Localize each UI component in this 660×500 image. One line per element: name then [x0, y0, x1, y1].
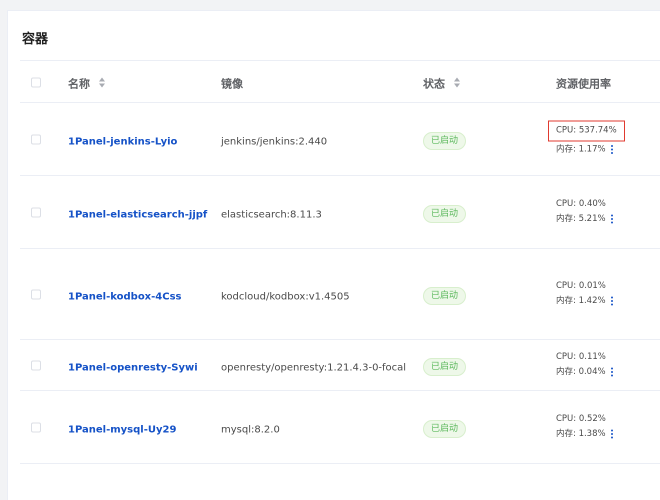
row-checkbox[interactable] [31, 418, 41, 437]
card-title: 容器 [22, 32, 49, 47]
name-header-label: 名称 [68, 77, 90, 90]
memory-usage: 内存: 5.21% [556, 214, 606, 224]
resource-column-header: 资源使用率 [556, 72, 611, 91]
more-vertical-icon[interactable] [610, 429, 614, 439]
row-checkbox[interactable] [31, 203, 41, 222]
cpu-usage: CPU: 0.40% [556, 199, 606, 209]
resource-usage: CPU: 0.11% 内存: 0.04% [556, 350, 614, 380]
container-image: openresty/openresty:1.21.4.3-0-focal [221, 362, 407, 374]
cpu-usage-highlight-box: CPU: 537.74% [548, 120, 625, 142]
container-name-link[interactable]: 1Panel-openresty-Sywi [68, 363, 198, 374]
status-badge: 已启动 [423, 287, 467, 305]
more-vertical-icon[interactable] [610, 214, 614, 224]
table-row: 1Panel-openresty-Sywi openresty/openrest… [20, 340, 660, 391]
container-image: kodcloud/kodbox:v1.4505 [221, 291, 350, 303]
memory-usage: 内存: 0.04% [556, 367, 606, 377]
cpu-usage: CPU: 0.52% [556, 414, 606, 424]
table-row: 1Panel-jenkins-Lyio jenkins/jenkins:2.44… [20, 103, 660, 176]
status-badge: 已启动 [423, 358, 467, 376]
select-all-checkbox[interactable] [31, 72, 41, 91]
row-checkbox[interactable] [31, 130, 41, 149]
cpu-usage: CPU: 0.11% [556, 352, 606, 362]
cpu-usage: CPU: 537.74% [556, 125, 617, 136]
memory-usage: 内存: 1.38% [556, 429, 606, 439]
containers-table: 名称 镜像 状态 资源使用率 1Panel-jenkins-Lyio jenki… [20, 60, 660, 464]
resource-usage: CPU: 0.40% 内存: 5.21% [556, 197, 614, 227]
container-name-link[interactable]: 1Panel-elasticsearch-jjpf [68, 210, 207, 221]
resource-usage: CPU: 0.52% 内存: 1.38% [556, 412, 614, 442]
container-image: elasticsearch:8.11.3 [221, 209, 322, 221]
container-image: mysql:8.2.0 [221, 424, 280, 436]
cpu-usage: CPU: 0.01% [556, 281, 606, 291]
table-row: 1Panel-mysql-Uy29 mysql:8.2.0 已启动 CPU: 0… [20, 391, 660, 464]
more-vertical-icon[interactable] [610, 144, 614, 154]
table-header-row: 名称 镜像 状态 资源使用率 [20, 60, 660, 103]
resource-usage: CPU: 0.01% 内存: 1.42% [556, 279, 614, 309]
more-vertical-icon[interactable] [610, 296, 614, 306]
status-header-label: 状态 [423, 77, 445, 90]
container-name-link[interactable]: 1Panel-kodbox-4Css [68, 292, 182, 303]
row-checkbox[interactable] [31, 356, 41, 375]
sort-icon[interactable] [454, 77, 461, 88]
status-badge: 已启动 [423, 420, 467, 438]
status-badge: 已启动 [423, 132, 467, 150]
containers-card: 容器 名称 镜像 状态 资源使用率 1Panel-jenkins-Lyio je… [7, 10, 660, 500]
sort-icon[interactable] [99, 77, 106, 88]
memory-usage: 内存: 1.42% [556, 296, 606, 306]
status-badge: 已启动 [423, 205, 467, 223]
container-name-link[interactable]: 1Panel-mysql-Uy29 [68, 425, 176, 436]
image-column-header: 镜像 [221, 72, 243, 91]
image-header-label: 镜像 [221, 77, 243, 90]
more-vertical-icon[interactable] [610, 367, 614, 377]
memory-usage: 内存: 1.17% [556, 144, 606, 155]
name-column-header[interactable]: 名称 [68, 72, 106, 91]
resource-header-label: 资源使用率 [556, 77, 611, 90]
table-row: 1Panel-elasticsearch-jjpf elasticsearch:… [20, 176, 660, 249]
status-column-header[interactable]: 状态 [423, 72, 461, 91]
resource-usage: CPU: 537.74% 内存: 1.17% [548, 120, 625, 158]
row-checkbox[interactable] [31, 285, 41, 304]
container-image: jenkins/jenkins:2.440 [221, 136, 328, 148]
table-row: 1Panel-kodbox-4Css kodcloud/kodbox:v1.45… [20, 249, 660, 340]
container-name-link[interactable]: 1Panel-jenkins-Lyio [68, 137, 177, 148]
